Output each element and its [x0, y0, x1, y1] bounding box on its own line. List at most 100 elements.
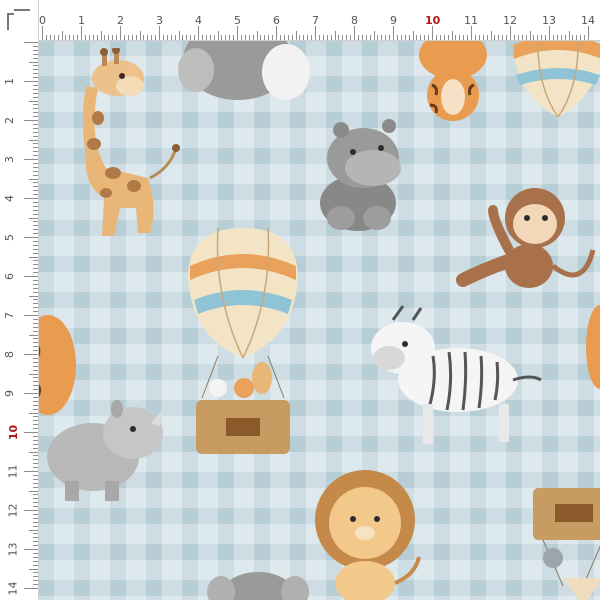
hot-air-balloon-illustration: [513, 40, 600, 118]
ruler-tick: [108, 35, 110, 40]
ruler-tick: [240, 35, 242, 40]
ruler-tick: [33, 447, 38, 449]
ruler-tick: [33, 322, 38, 324]
ruler-tick: [221, 35, 223, 40]
ruler-tick: [33, 116, 38, 118]
ruler-tick: [33, 135, 38, 137]
ruler-tick: [33, 307, 38, 309]
ruler-tick: [170, 35, 172, 40]
ruler-tick: [84, 35, 86, 40]
ruler-tick: [432, 26, 433, 40]
ruler-tick: [560, 35, 562, 40]
ruler-tick: [24, 120, 38, 121]
ruler-tick: [24, 471, 38, 472]
ruler-tick: [33, 435, 38, 437]
ruler-tick: [33, 474, 38, 476]
ruler-tick: [482, 35, 484, 40]
ruler-tick: [33, 92, 38, 94]
ruler-tick: [33, 213, 38, 215]
ruler-number: 6: [273, 14, 280, 27]
ruler-number: 11: [6, 464, 20, 479]
ruler-tick: [69, 35, 71, 40]
ruler-tick: [73, 35, 75, 40]
ruler-tick: [151, 35, 153, 40]
ruler-number: 11: [464, 14, 478, 27]
ruler-tick: [24, 159, 38, 160]
ruler-tick: [404, 35, 406, 40]
ruler-number: 4: [3, 195, 16, 202]
ruler-tick: [29, 256, 38, 258]
ruler-tick: [33, 143, 38, 145]
ruler-tick: [33, 209, 38, 211]
ruler-tick: [33, 65, 38, 67]
ruler-tick: [471, 26, 472, 40]
ruler-tick: [33, 311, 38, 313]
ruler-tick: [315, 26, 316, 40]
ruler-number: 9: [3, 390, 16, 397]
ruler-tick: [256, 31, 258, 40]
ruler-tick: [33, 361, 38, 363]
ruler-tick: [33, 174, 38, 176]
ruler-tick: [135, 35, 137, 40]
ruler-tick: [33, 248, 38, 250]
ruler-tick: [24, 393, 38, 394]
ruler-number: 10: [425, 14, 441, 27]
ruler-tick: [24, 276, 38, 277]
ruler-tick: [29, 217, 38, 219]
ruler-number: 3: [3, 156, 16, 163]
ruler-tick: [510, 26, 511, 40]
ruler-tick: [342, 35, 344, 40]
ruler-tick: [385, 35, 387, 40]
ruler-tick: [33, 498, 38, 500]
ruler-tick: [33, 318, 38, 320]
ruler-tick: [33, 194, 38, 196]
hippo-illustration: [320, 119, 401, 231]
ruler-tick: [521, 35, 523, 40]
ruler-tick: [260, 35, 262, 40]
ruler-number: 9: [390, 14, 397, 27]
ruler-tick: [389, 35, 391, 40]
ruler-tick: [29, 100, 38, 102]
ruler-tick: [33, 252, 38, 254]
ruler-tick: [33, 564, 38, 566]
ruler-tick: [33, 478, 38, 480]
ruler-tick: [33, 385, 38, 387]
ruler-tick: [198, 26, 199, 40]
ruler-tick: [116, 35, 118, 40]
ruler-tick: [584, 35, 586, 40]
ruler-tick: [517, 35, 519, 40]
ruler-tick: [33, 57, 38, 59]
ruler-tick: [33, 162, 38, 164]
ruler-tick: [533, 35, 535, 40]
ruler-tick: [291, 35, 293, 40]
ruler-tick: [369, 35, 371, 40]
ruler-tick: [33, 186, 38, 188]
ruler-number: 12: [6, 503, 20, 518]
ruler-tick: [213, 35, 215, 40]
ruler-tick: [33, 49, 38, 51]
ruler-tick: [174, 35, 176, 40]
ruler-tick: [33, 572, 38, 574]
ruler-tick: [92, 35, 94, 40]
ruler-number: 6: [3, 273, 16, 280]
ruler-tick: [155, 35, 157, 40]
ruler-tick: [100, 31, 102, 40]
ruler-tick: [33, 533, 38, 535]
hot-air-balloon-illustration: [188, 228, 298, 454]
elephant-illustration: [178, 40, 310, 100]
ruler-tick: [33, 264, 38, 266]
ruler-number: 8: [3, 351, 16, 358]
ruler-tick: [393, 26, 394, 40]
ruler-tick: [33, 104, 38, 106]
ruler-tick: [33, 53, 38, 55]
ruler-tick: [33, 541, 38, 543]
ruler-tick: [33, 155, 38, 157]
ruler-tick: [24, 315, 38, 316]
ruler-tick: [29, 373, 38, 375]
ruler-tick: [33, 201, 38, 203]
ruler-tick: [33, 494, 38, 496]
ruler-tick: [455, 35, 457, 40]
ruler-tick: [33, 463, 38, 465]
ruler-tick: [373, 31, 375, 40]
ruler-tick: [33, 537, 38, 539]
